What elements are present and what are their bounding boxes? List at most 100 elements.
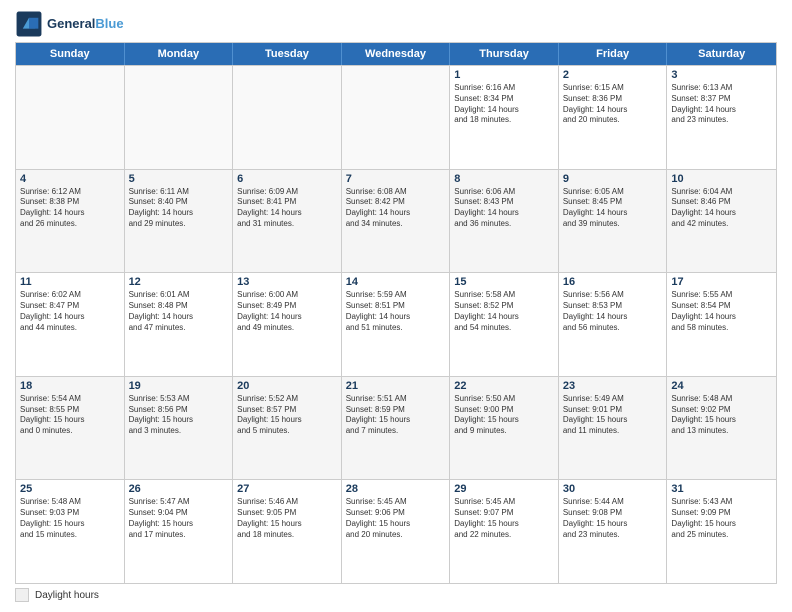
calendar-header-cell: Tuesday [233, 43, 342, 65]
calendar-cell [233, 66, 342, 169]
day-number: 18 [20, 380, 120, 392]
logo-icon [15, 10, 43, 38]
calendar-cell: 22Sunrise: 5:50 AM Sunset: 9:00 PM Dayli… [450, 377, 559, 480]
day-number: 29 [454, 483, 554, 495]
day-number: 10 [671, 173, 772, 185]
calendar-cell: 10 Sunrise: 6:04 AM Sunset: 8:46 PM Dayli… [667, 170, 776, 273]
calendar-cell: 16 Sunrise: 5:56 AM Sunset: 8:53 PM Dayli… [559, 273, 668, 376]
day-number: 9 [563, 173, 663, 185]
calendar-header-cell: Thursday [450, 43, 559, 65]
day-number: 14 [346, 276, 446, 288]
calendar-cell: 23 Sunrise: 5:49 AM Sunset: 9:01 PM Dayli… [559, 377, 668, 480]
calendar-body: 1 Sunrise: 6:16 AM Sunset: 8:34 PM Daylig… [16, 65, 776, 583]
calendar-cell: 12Sunrise: 6:01 AM Sunset: 8:48 PM Dayli… [125, 273, 234, 376]
day-number: 2 [563, 69, 663, 81]
calendar-cell: 11Sunrise: 6:02 AM Sunset: 8:47 PM Dayli… [16, 273, 125, 376]
cell-info: Sunrise: 6:00 AM Sunset: 8:49 PM Dayligh… [237, 290, 337, 333]
cell-info: Sunrise: 5:55 AM Sunset: 8:54 PM Dayligh… [671, 290, 772, 333]
calendar: SundayMondayTuesdayWednesdayThursdayFrid… [15, 42, 777, 584]
day-number: 31 [671, 483, 772, 495]
calendar-cell: 7 Sunrise: 6:08 AM Sunset: 8:42 PM Daylig… [342, 170, 451, 273]
cell-info: Sunrise: 6:12 AM Sunset: 8:38 PM Dayligh… [20, 187, 120, 230]
calendar-cell: 27Sunrise: 5:46 AM Sunset: 9:05 PM Dayli… [233, 480, 342, 583]
calendar-cell: 1 Sunrise: 6:16 AM Sunset: 8:34 PM Daylig… [450, 66, 559, 169]
cell-info: Sunrise: 5:49 AM Sunset: 9:01 PM Dayligh… [563, 394, 663, 437]
day-number: 11 [20, 276, 120, 288]
day-number: 1 [454, 69, 554, 81]
cell-info: Sunrise: 5:52 AM Sunset: 8:57 PM Dayligh… [237, 394, 337, 437]
cell-info: Sunrise: 6:08 AM Sunset: 8:42 PM Dayligh… [346, 187, 446, 230]
cell-info: Sunrise: 6:09 AM Sunset: 8:41 PM Dayligh… [237, 187, 337, 230]
calendar-cell: 25Sunrise: 5:48 AM Sunset: 9:03 PM Dayli… [16, 480, 125, 583]
calendar-cell: 15Sunrise: 5:58 AM Sunset: 8:52 PM Dayli… [450, 273, 559, 376]
calendar-row: 1 Sunrise: 6:16 AM Sunset: 8:34 PM Daylig… [16, 65, 776, 169]
day-number: 19 [129, 380, 229, 392]
cell-info: Sunrise: 6:13 AM Sunset: 8:37 PM Dayligh… [671, 83, 772, 126]
cell-info: Sunrise: 6:05 AM Sunset: 8:45 PM Dayligh… [563, 187, 663, 230]
day-number: 5 [129, 173, 229, 185]
day-number: 4 [20, 173, 120, 185]
page: GeneralBlue SundayMondayTuesdayWednesday… [0, 0, 792, 612]
day-number: 28 [346, 483, 446, 495]
day-number: 3 [671, 69, 772, 81]
cell-info: Sunrise: 5:54 AM Sunset: 8:55 PM Dayligh… [20, 394, 120, 437]
calendar-cell: 6Sunrise: 6:09 AM Sunset: 8:41 PM Daylig… [233, 170, 342, 273]
calendar-cell: 26 Sunrise: 5:47 AM Sunset: 9:04 PM Dayli… [125, 480, 234, 583]
day-number: 24 [671, 380, 772, 392]
calendar-cell: 29 Sunrise: 5:45 AM Sunset: 9:07 PM Dayli… [450, 480, 559, 583]
cell-info: Sunrise: 6:01 AM Sunset: 8:48 PM Dayligh… [129, 290, 229, 333]
day-number: 8 [454, 173, 554, 185]
calendar-row: 18 Sunrise: 5:54 AM Sunset: 8:55 PM Dayli… [16, 376, 776, 480]
cell-info: Sunrise: 5:45 AM Sunset: 9:07 PM Dayligh… [454, 497, 554, 540]
legend: Daylight hours [15, 588, 777, 602]
calendar-row: 25Sunrise: 5:48 AM Sunset: 9:03 PM Dayli… [16, 479, 776, 583]
day-number: 21 [346, 380, 446, 392]
cell-info: Sunrise: 5:48 AM Sunset: 9:03 PM Dayligh… [20, 497, 120, 540]
calendar-header-cell: Sunday [16, 43, 125, 65]
day-number: 23 [563, 380, 663, 392]
day-number: 16 [563, 276, 663, 288]
day-number: 30 [563, 483, 663, 495]
calendar-cell: 20 Sunrise: 5:52 AM Sunset: 8:57 PM Dayli… [233, 377, 342, 480]
day-number: 7 [346, 173, 446, 185]
calendar-cell: 3 Sunrise: 6:13 AM Sunset: 8:37 PM Daylig… [667, 66, 776, 169]
calendar-header-cell: Monday [125, 43, 234, 65]
calendar-row: 11Sunrise: 6:02 AM Sunset: 8:47 PM Dayli… [16, 272, 776, 376]
calendar-cell: 30 Sunrise: 5:44 AM Sunset: 9:08 PM Dayli… [559, 480, 668, 583]
cell-info: Sunrise: 5:59 AM Sunset: 8:51 PM Dayligh… [346, 290, 446, 333]
cell-info: Sunrise: 5:47 AM Sunset: 9:04 PM Dayligh… [129, 497, 229, 540]
calendar-header-cell: Friday [559, 43, 668, 65]
calendar-cell [16, 66, 125, 169]
day-number: 20 [237, 380, 337, 392]
calendar-cell: 14 Sunrise: 5:59 AM Sunset: 8:51 PM Dayli… [342, 273, 451, 376]
calendar-cell: 21 Sunrise: 5:51 AM Sunset: 8:59 PM Dayli… [342, 377, 451, 480]
legend-label: Daylight hours [35, 590, 99, 601]
calendar-cell: 19Sunrise: 5:53 AM Sunset: 8:56 PM Dayli… [125, 377, 234, 480]
day-number: 22 [454, 380, 554, 392]
calendar-cell: 28Sunrise: 5:45 AM Sunset: 9:06 PM Dayli… [342, 480, 451, 583]
day-number: 26 [129, 483, 229, 495]
logo-text: GeneralBlue [47, 16, 124, 32]
calendar-cell: 8Sunrise: 6:06 AM Sunset: 8:43 PM Daylig… [450, 170, 559, 273]
cell-info: Sunrise: 5:48 AM Sunset: 9:02 PM Dayligh… [671, 394, 772, 437]
calendar-cell: 31 Sunrise: 5:43 AM Sunset: 9:09 PM Dayli… [667, 480, 776, 583]
calendar-cell [125, 66, 234, 169]
day-number: 17 [671, 276, 772, 288]
cell-info: Sunrise: 5:43 AM Sunset: 9:09 PM Dayligh… [671, 497, 772, 540]
calendar-cell: 9 Sunrise: 6:05 AM Sunset: 8:45 PM Daylig… [559, 170, 668, 273]
cell-info: Sunrise: 5:56 AM Sunset: 8:53 PM Dayligh… [563, 290, 663, 333]
cell-info: Sunrise: 5:44 AM Sunset: 9:08 PM Dayligh… [563, 497, 663, 540]
calendar-cell: 5Sunrise: 6:11 AM Sunset: 8:40 PM Daylig… [125, 170, 234, 273]
calendar-cell: 24 Sunrise: 5:48 AM Sunset: 9:02 PM Dayli… [667, 377, 776, 480]
calendar-cell: 17 Sunrise: 5:55 AM Sunset: 8:54 PM Dayli… [667, 273, 776, 376]
day-number: 13 [237, 276, 337, 288]
cell-info: Sunrise: 5:51 AM Sunset: 8:59 PM Dayligh… [346, 394, 446, 437]
calendar-cell [342, 66, 451, 169]
calendar-cell: 2Sunrise: 6:15 AM Sunset: 8:36 PM Daylig… [559, 66, 668, 169]
cell-info: Sunrise: 6:16 AM Sunset: 8:34 PM Dayligh… [454, 83, 554, 126]
calendar-header: SundayMondayTuesdayWednesdayThursdayFrid… [16, 43, 776, 65]
legend-box [15, 588, 29, 602]
cell-info: Sunrise: 6:04 AM Sunset: 8:46 PM Dayligh… [671, 187, 772, 230]
calendar-row: 4 Sunrise: 6:12 AM Sunset: 8:38 PM Daylig… [16, 169, 776, 273]
day-number: 15 [454, 276, 554, 288]
